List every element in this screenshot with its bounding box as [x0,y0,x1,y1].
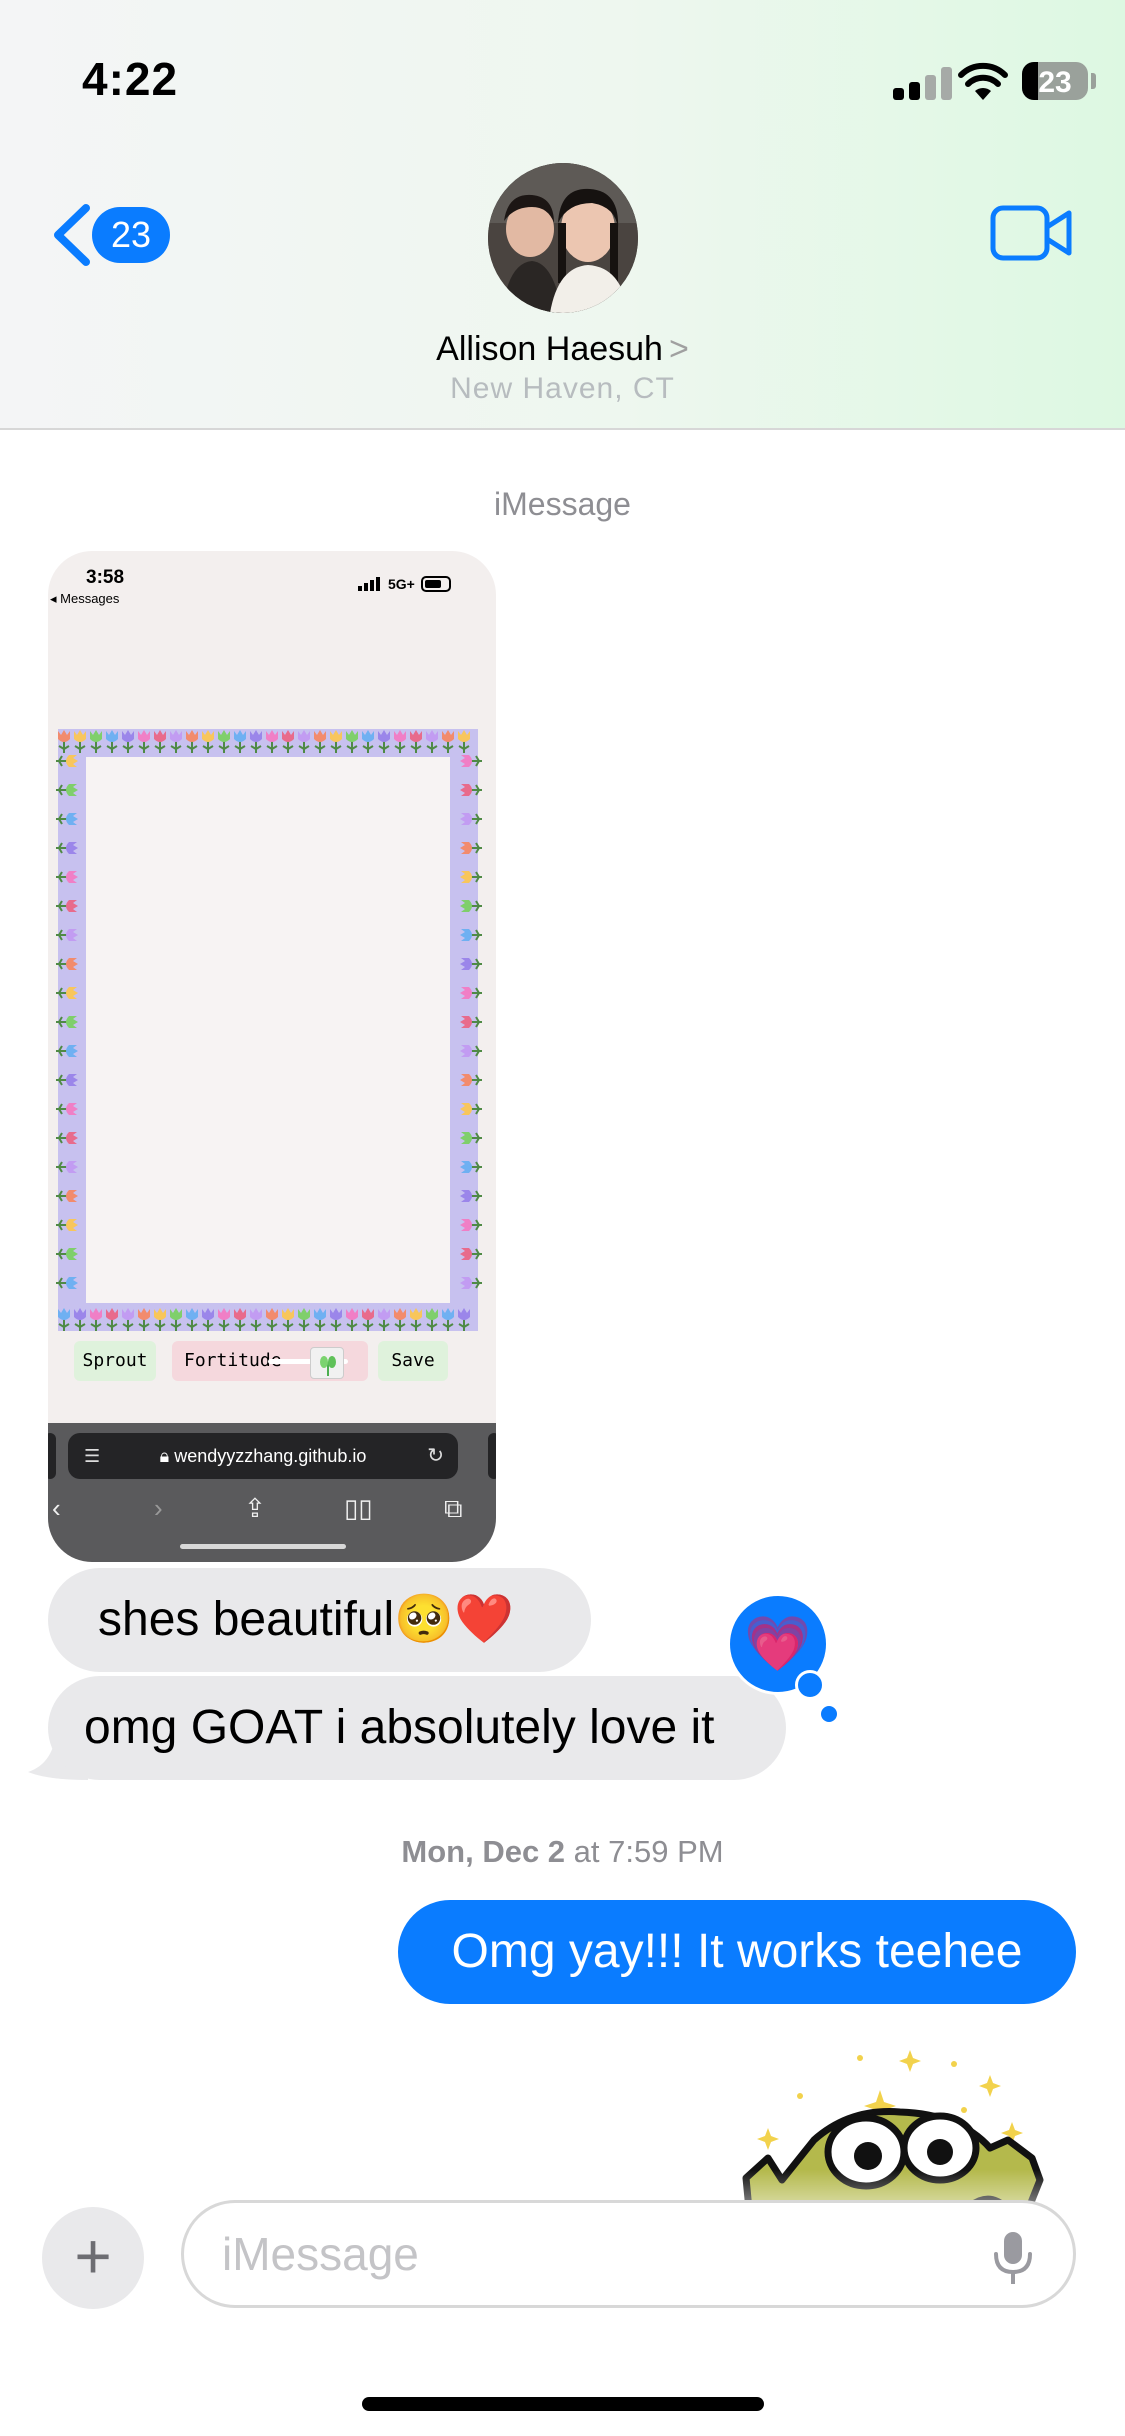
tulip-frame-canvas [86,757,450,1303]
tapback-emoji: 💗 [744,1614,812,1674]
sprout-button: Sprout [74,1341,156,1381]
lock-icon: 🔒︎ [159,1446,175,1466]
conversation-header: 4:22 23 23 Allison Haesuh > New Haven, C… [0,0,1125,430]
reload-icon: ↻ [427,1445,444,1467]
received-message-bubble[interactable]: shes beautiful🥺❤️ [48,1568,591,1672]
screenshot-network-label: 5G+ [388,576,415,592]
timestamp-time: at 7:59 PM [565,1834,724,1869]
plus-icon[interactable]: + [42,2207,144,2309]
status-time: 4:22 [82,53,179,105]
tulip-border-left [56,755,78,1289]
save-button: Save [378,1341,448,1381]
message-timestamp: Mon, Dec 2 at 7:59 PM [0,1834,1125,1870]
battery-tip [1091,73,1096,89]
sprout-icon [320,1356,336,1376]
received-message-bubble[interactable]: omg GOAT i absolutely love it [48,1676,786,1780]
screenshot-back-label: ◂ Messages [50,591,120,606]
tapback-tail-dot [795,1670,825,1700]
contact-location: New Haven, CT [450,372,675,405]
prev-tab-edge [48,1433,56,1479]
timestamp-day: Mon, Dec 2 [401,1834,566,1869]
next-tab-edge [488,1433,496,1479]
safari-nav-icons: ‹ › ⇪ ▯▯ ⧉ [48,1493,496,1533]
cellular-signal-icon [893,66,955,100]
bookmarks-icon: ▯▯ [344,1493,373,1523]
battery-icon: 23 [1022,62,1088,100]
home-indicator [362,2397,764,2411]
message-input[interactable]: iMessage [181,2200,1076,2308]
avatar-photo [488,163,638,313]
tulip-border-bottom [58,1308,470,1331]
wifi-icon [958,62,1008,100]
tapback-tail-dot-small [821,1706,837,1722]
contact-name[interactable]: Allison Haesuh > [0,330,1125,369]
battery-level: 23 [1038,66,1072,99]
contact-avatar[interactable] [488,163,638,313]
share-icon: ⇪ [244,1493,266,1523]
screenshot-home-indicator [180,1544,346,1549]
screenshot-status-time: 3:58 [86,567,125,588]
microphone-icon[interactable] [990,2230,1036,2286]
video-call-icon[interactable] [990,205,1072,261]
tulip-border-top [58,730,470,753]
sent-message-bubble[interactable]: Omg yay!!! It works teehee [398,1900,1076,2004]
service-label: iMessage [494,486,631,522]
safari-forward-icon: › [154,1493,163,1523]
name-chevron-icon: > [668,330,689,368]
safari-url: wendyyzzhang.github.io [174,1446,367,1466]
tabs-icon: ⧉ [444,1493,463,1523]
safari-back-icon: ‹ [52,1493,61,1523]
contact-name-text: Allison Haesuh [436,330,663,368]
screenshot-attachment[interactable]: 3:58 ◂ Messages 5G+ Sprout Fortitude Sav… [48,551,496,1562]
fortitude-slider-thumb [310,1347,344,1379]
safari-toolbar: ☰ 🔒︎ wendyyzzhang.github.io ↻ ‹ › ⇪ ▯▯ ⧉ [48,1423,496,1562]
page-menu-icon: ☰ [84,1446,101,1466]
screenshot-battery-icon [421,576,451,592]
screenshot-signal-icon [358,577,380,591]
back-unread-badge[interactable]: 23 [92,207,170,263]
safari-address-bar: ☰ 🔒︎ wendyyzzhang.github.io ↻ [68,1433,458,1479]
tulip-border-right [460,755,482,1289]
back-chevron-icon[interactable] [48,202,92,268]
